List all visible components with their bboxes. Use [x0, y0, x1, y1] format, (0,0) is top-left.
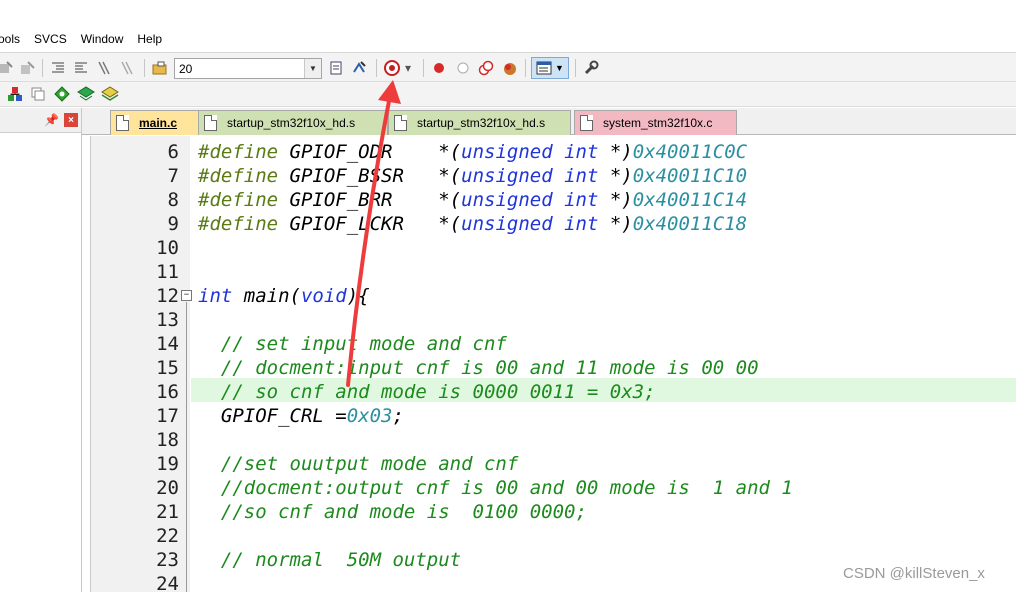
chevron-down-icon[interactable]: ▼ [304, 59, 321, 78]
batch-icon[interactable] [101, 85, 119, 103]
tab-label: startup_stm32f10x_hd.s [227, 116, 356, 130]
project-panel-header: 📌 × [0, 108, 81, 133]
line-number: 22 [156, 525, 179, 547]
line-number: 8 [167, 189, 179, 211]
window-view-button[interactable]: ▼ [531, 57, 569, 79]
comment-icon[interactable] [95, 59, 113, 77]
line-number: 23 [156, 549, 179, 571]
code-line: GPIOF_CRL =0x03; [198, 405, 404, 427]
code-line: #define GPIOF_BRR *(unsigned int *)0x400… [198, 189, 748, 211]
line-number: 24 [156, 573, 179, 592]
open-folder-icon[interactable] [151, 59, 169, 77]
line-number: 15 [156, 357, 179, 379]
code-comment: // set input mode and cnf [198, 333, 507, 355]
file-icon [116, 115, 129, 131]
file-icon [394, 115, 407, 131]
debug-icon[interactable] [383, 59, 401, 77]
line-number: 21 [156, 501, 179, 523]
tab-startup-1[interactable]: startup_stm32f10x_hd.s [198, 110, 388, 135]
file-icon [204, 115, 217, 131]
line-number: 12 [156, 285, 179, 307]
menu-help[interactable]: Help [130, 28, 169, 50]
chevron-down-icon: ▼ [555, 63, 564, 73]
code-comment: //docment:output cnf is 00 and 00 mode i… [198, 477, 793, 499]
menu-tools[interactable]: ools [0, 28, 27, 50]
line-number: 17 [156, 405, 179, 427]
editor-tab-strip: main.c startup_stm32f10x_hd.s startup_st… [82, 108, 1016, 135]
line-gutter: 6 7 8 9 10 11 12 13 14 15 16 17 18 19 20… [91, 136, 192, 592]
tab-label: main.c [139, 116, 178, 130]
green-diamond-icon[interactable] [53, 85, 71, 103]
line-number: 13 [156, 309, 179, 331]
menu-bar: ools SVCS Window Help [0, 28, 1016, 50]
kill-breakpoints-icon[interactable] [501, 59, 519, 77]
code-comment: // so cnf and mode is 0000 0011 = 0x3; [198, 381, 656, 403]
line-number: 9 [167, 213, 179, 235]
fold-toggle-icon[interactable]: − [181, 290, 192, 301]
line-number: 7 [167, 165, 179, 187]
line-number: 10 [156, 237, 179, 259]
load-icon[interactable] [6, 85, 24, 103]
fold-guide [186, 302, 187, 592]
code-comment: //set ouutput mode and cnf [198, 453, 519, 475]
debug-dropdown-icon[interactable]: ▾ [402, 59, 414, 77]
menu-window[interactable]: Window [74, 28, 131, 50]
enable-breakpoints-icon[interactable] [477, 59, 495, 77]
code-line: int main(void){ [198, 285, 370, 307]
line-number: 16 [156, 381, 179, 403]
target-combo-value: 20 [179, 62, 193, 76]
secondary-toolbar [0, 82, 1016, 107]
rebuild-icon[interactable] [18, 59, 36, 77]
main-toolbar: 20 ▼ ▾ ▼ [0, 52, 1016, 82]
translate-icon[interactable] [328, 59, 346, 77]
pin-icon[interactable]: 📌 [44, 113, 59, 127]
flash-icon[interactable] [77, 85, 95, 103]
close-icon[interactable]: × [64, 113, 78, 127]
line-number: 19 [156, 453, 179, 475]
tab-label: system_stm32f10x.c [603, 116, 713, 130]
code-editor[interactable]: 6 7 8 9 10 11 12 13 14 15 16 17 18 19 20… [90, 136, 1016, 592]
target-combo[interactable]: 20 ▼ [174, 58, 322, 79]
code-line: #define GPIOF_ODR *(unsigned int *)0x400… [198, 141, 748, 163]
wrench-icon[interactable] [582, 59, 600, 77]
menu-svcs[interactable]: SVCS [27, 28, 74, 50]
line-number: 11 [156, 261, 179, 283]
code-line: #define GPIOF_LCKR *(unsigned int *)0x40… [198, 213, 748, 235]
file-icon [580, 115, 593, 131]
build-target-icon[interactable] [29, 85, 47, 103]
code-comment: // docment:input cnf is 00 and 11 mode i… [198, 357, 759, 379]
tab-system-stm32[interactable]: system_stm32f10x.c [574, 110, 737, 135]
watermark: CSDN @killSteven_x [843, 565, 985, 582]
line-number: 20 [156, 477, 179, 499]
line-number: 14 [156, 333, 179, 355]
uncomment-icon[interactable] [118, 59, 136, 77]
code-comment: //so cnf and mode is 0100 0000; [198, 501, 587, 523]
build-icon[interactable] [0, 59, 14, 77]
code-line: #define GPIOF_BSSR *(unsigned int *)0x40… [198, 165, 748, 187]
line-number: 6 [167, 141, 179, 163]
tab-startup-2[interactable]: startup_stm32f10x_hd.s [388, 110, 571, 135]
breakpoint-icon[interactable] [430, 59, 448, 77]
indent-icon[interactable] [49, 59, 67, 77]
disable-breakpoint-icon[interactable] [454, 59, 472, 77]
tab-label: startup_stm32f10x_hd.s [417, 116, 546, 130]
window-view-icon [536, 61, 552, 75]
line-number: 18 [156, 429, 179, 451]
download-icon[interactable] [350, 59, 368, 77]
project-panel: 📌 × [0, 108, 82, 592]
unindent-icon[interactable] [72, 59, 90, 77]
